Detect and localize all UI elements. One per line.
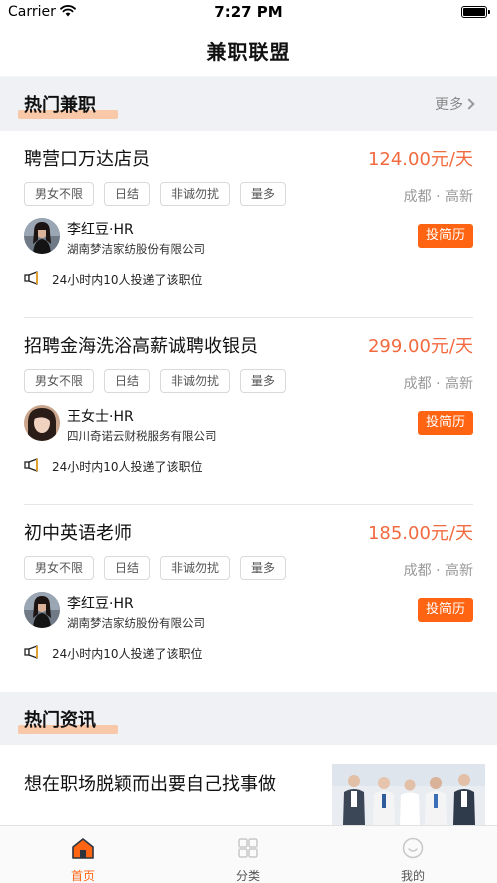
hot-news-header: 热门资讯 [0, 692, 497, 746]
job-tag: 非诚勿扰 [160, 182, 231, 206]
tab-label-home: 首页 [70, 869, 95, 883]
job-card[interactable]: 初中英语老师 185.00元/天 男女不限 日结 非诚勿扰 量多 成都 · 高新… [0, 505, 497, 692]
job-tags: 男女不限 日结 非诚勿扰 量多 [24, 182, 287, 206]
hr-name: 李红豆·HR [67, 222, 134, 238]
tab-home[interactable]: 首页 [23, 826, 143, 883]
tab-label-category: 分类 [235, 869, 260, 883]
apply-button[interactable]: 投简历 [417, 411, 473, 435]
chevron-right-icon [463, 98, 475, 110]
news-title: 想在职场脱颖而出要自己找事做 [24, 774, 276, 795]
job-tag: 日结 [104, 182, 151, 206]
job-tag: 男女不限 [24, 182, 95, 206]
job-tag: 男女不限 [24, 556, 95, 580]
job-tag: 量多 [240, 556, 287, 580]
avatar[interactable] [24, 218, 60, 254]
company-name: 湖南梦洁家纺股份有限公司 [67, 616, 205, 630]
job-tag: 量多 [240, 182, 287, 206]
applied-count-note: 24小时内10人投递了该职位 [52, 647, 203, 661]
megaphone-icon [24, 458, 38, 472]
news-item[interactable]: 想在职场脱颖而出要自己找事做 [0, 745, 497, 825]
navigation-bar: 兼职联盟 [0, 26, 497, 76]
more-label: 更多 [435, 97, 463, 113]
job-title: 初中英语老师 [24, 523, 132, 544]
job-title: 聘营口万达店员 [24, 149, 150, 170]
job-salary: 124.00元/天 [367, 149, 473, 170]
hr-name: 王女士·HR [67, 409, 134, 425]
megaphone-icon [24, 645, 38, 659]
avatar[interactable] [24, 405, 60, 441]
home-icon [72, 838, 94, 859]
job-location: 成都 · 高新 [403, 189, 473, 205]
job-location: 成都 · 高新 [403, 376, 473, 392]
job-salary: 185.00元/天 [367, 523, 473, 544]
user-icon [402, 837, 424, 859]
job-location: 成都 · 高新 [403, 563, 473, 579]
job-tag: 男女不限 [24, 369, 95, 393]
company-name: 四川奇诺云财税服务有限公司 [67, 429, 217, 443]
hot-jobs-header: 热门兼职 更多 [0, 77, 497, 131]
status-time: 7:27 PM [214, 3, 283, 21]
status-bar: Carrier 7:27 PM [0, 0, 497, 26]
hot-jobs-title: 热门兼职 [24, 95, 96, 116]
job-tags: 男女不限 日结 非诚勿扰 量多 [24, 369, 287, 393]
avatar[interactable] [24, 592, 60, 628]
tab-category[interactable]: 分类 [188, 826, 308, 883]
job-tag: 日结 [104, 556, 151, 580]
job-card[interactable]: 招聘金海洗浴高薪诚聘收银员 299.00元/天 男女不限 日结 非诚勿扰 量多 … [0, 318, 497, 505]
megaphone-icon [24, 271, 38, 285]
applied-count-note: 24小时内10人投递了该职位 [52, 460, 203, 474]
battery-icon [461, 6, 490, 18]
applied-count-note: 24小时内10人投递了该职位 [52, 273, 203, 287]
apply-button[interactable]: 投简历 [417, 224, 473, 248]
apply-button[interactable]: 投简历 [417, 598, 473, 622]
job-card[interactable]: 聘营口万达店员 124.00元/天 男女不限 日结 非诚勿扰 量多 成都 · 高… [0, 131, 497, 318]
page-title: 兼职联盟 [206, 40, 291, 64]
job-tag: 非诚勿扰 [160, 369, 231, 393]
job-tag: 量多 [240, 369, 287, 393]
tab-profile[interactable]: 我的 [353, 826, 473, 883]
job-tags: 男女不限 日结 非诚勿扰 量多 [24, 556, 287, 580]
news-thumbnail [332, 764, 485, 825]
company-name: 湖南梦洁家纺股份有限公司 [67, 242, 205, 256]
job-salary: 299.00元/天 [367, 336, 473, 357]
job-title: 招聘金海洗浴高薪诚聘收银员 [24, 336, 258, 357]
more-jobs-link[interactable]: 更多 [435, 94, 475, 114]
job-tag: 日结 [104, 369, 151, 393]
grid-icon [238, 838, 258, 858]
job-tag: 非诚勿扰 [160, 556, 231, 580]
tab-bar: 首页 分类 我的 [0, 825, 497, 883]
hr-name: 李红豆·HR [67, 596, 134, 612]
hot-news-title: 热门资讯 [24, 710, 96, 731]
tab-label-profile: 我的 [400, 869, 425, 883]
